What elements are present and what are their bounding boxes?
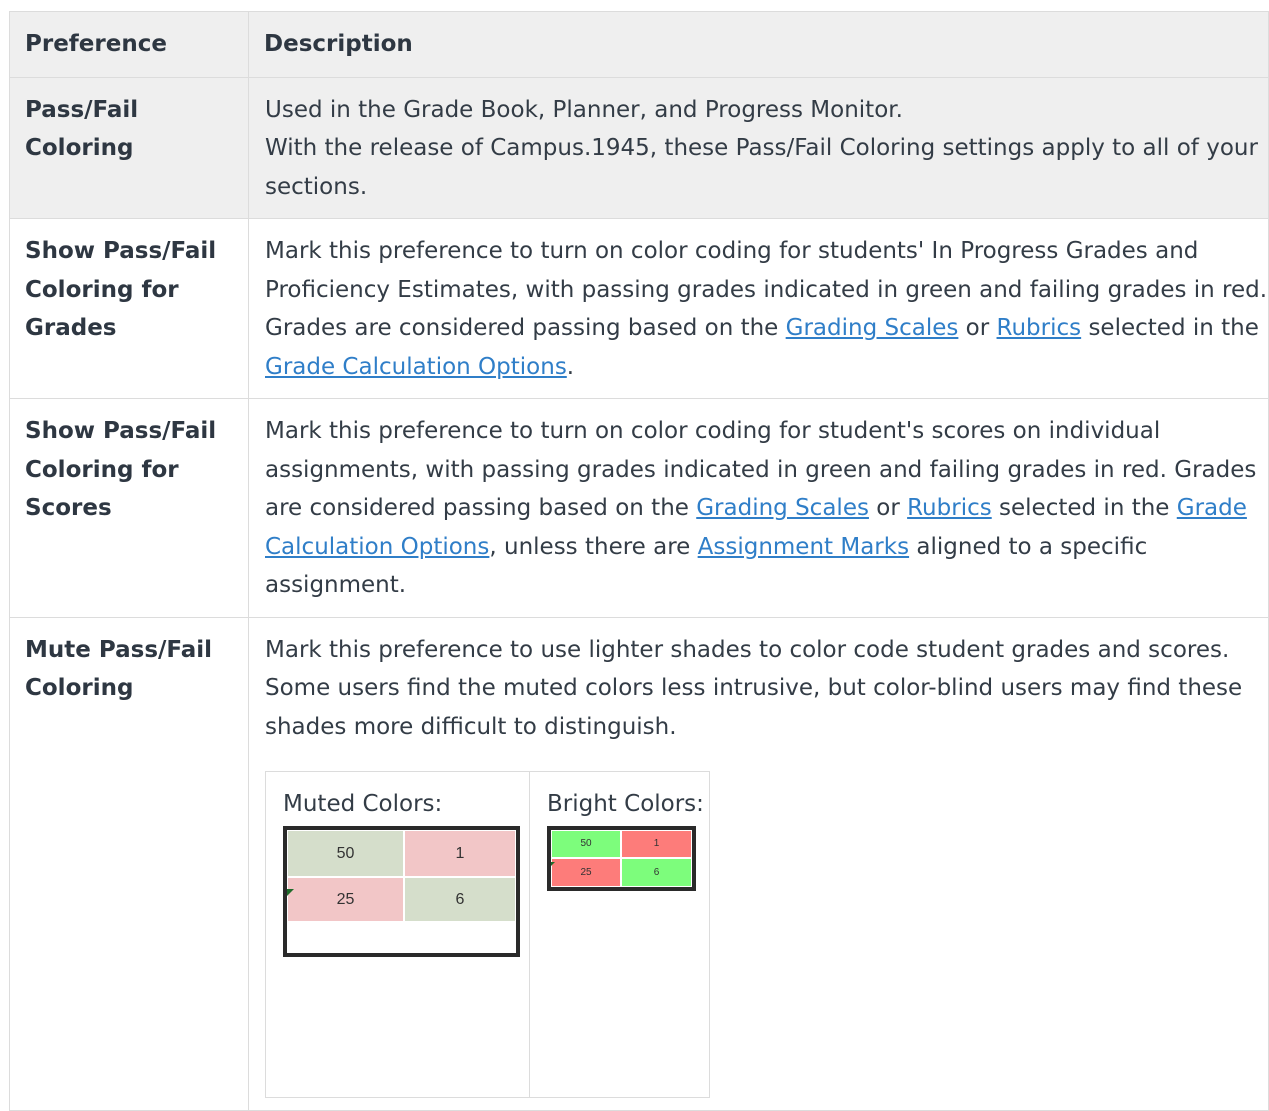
grading-scales-link[interactable]: Grading Scales	[696, 495, 869, 521]
assignment-marks-link[interactable]: Assignment Marks	[698, 534, 909, 560]
description-text: selected in the	[991, 495, 1177, 521]
grading-scales-link[interactable]: Grading Scales	[786, 315, 959, 341]
table-row: Mute Pass/Fail Coloring Mark this prefer…	[9, 616, 1269, 1111]
header-preference: Preference	[9, 11, 249, 78]
description-text: , unless there are	[489, 533, 698, 560]
preference-name: Show Pass/Fail Coloring for Scores	[9, 398, 249, 618]
preference-description: Mark this preference to turn on color co…	[248, 218, 1269, 399]
flag-icon	[551, 862, 555, 866]
grade-cell: 1	[404, 830, 516, 877]
description-text: .	[566, 353, 575, 380]
preference-description: Mark this preference to turn on color co…	[248, 398, 1269, 618]
bright-colors-label: Bright Colors:	[547, 791, 704, 817]
preferences-table: Preference Description Pass/Fail Colorin…	[9, 11, 1269, 1111]
bright-colors-example: 50 1 25 6	[547, 826, 696, 891]
description-line: With the release of Campus.1945, these P…	[265, 135, 1258, 200]
muted-colors-cell: Muted Colors: 50 1 25 6	[265, 771, 530, 1098]
table-header-row: Preference Description	[9, 11, 1269, 78]
bright-colors-cell: Bright Colors: 50 1 25 6	[529, 771, 710, 1098]
preference-name: Pass/Fail Coloring	[9, 76, 249, 219]
preference-description: Used in the Grade Book, Planner, and Pro…	[248, 76, 1269, 219]
rubrics-link[interactable]: Rubrics	[997, 315, 1082, 341]
table-row: Pass/Fail Coloring Used in the Grade Boo…	[9, 76, 1269, 219]
grade-cell: 50	[287, 830, 404, 877]
description-text: or	[868, 495, 908, 521]
grade-calculation-options-link[interactable]: Grade Calculation Options	[265, 354, 567, 380]
color-examples-table: Muted Colors: 50 1 25 6 Bright Colors: 5…	[265, 771, 710, 1098]
grade-cell: 25	[287, 877, 404, 922]
muted-colors-label: Muted Colors:	[283, 791, 443, 817]
grade-cell: 6	[621, 858, 692, 887]
grade-cell: 6	[404, 877, 516, 922]
description-text: or	[958, 315, 997, 341]
description-text: Mark this preference to use lighter shad…	[265, 636, 1243, 740]
flag-icon	[287, 889, 294, 896]
rubrics-link[interactable]: Rubrics	[907, 495, 992, 521]
header-description: Description	[248, 11, 1269, 78]
muted-colors-example: 50 1 25 6	[283, 826, 520, 957]
preference-description: Mark this preference to use lighter shad…	[248, 616, 1269, 1111]
preference-name: Mute Pass/Fail Coloring	[9, 616, 249, 1111]
preference-name: Show Pass/Fail Coloring for Grades	[9, 218, 249, 399]
grade-cell: 25	[551, 858, 621, 887]
table-row: Show Pass/Fail Coloring for Grades Mark …	[9, 218, 1269, 399]
description-line: Used in the Grade Book, Planner, and Pro…	[265, 96, 903, 123]
description-text: selected in the	[1081, 315, 1259, 341]
table-row: Show Pass/Fail Coloring for Scores Mark …	[9, 398, 1269, 618]
